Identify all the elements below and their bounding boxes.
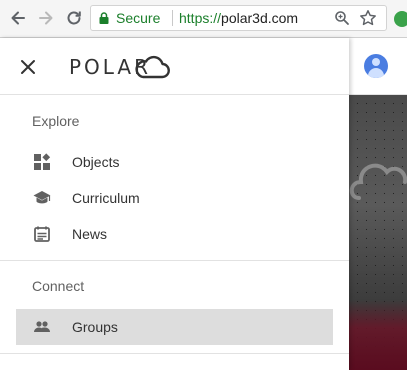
address-bar[interactable]: Secure https://polar3d.com [90,5,387,31]
reload-icon[interactable] [64,8,84,28]
app-header-right [349,38,407,95]
bookmark-star-icon[interactable] [359,9,377,27]
navigation-drawer: POLAR Explore Objects Curriculum News Co… [0,38,349,370]
forward-arrow-icon[interactable] [36,8,56,28]
hero-image-shade [349,300,407,370]
avatar[interactable] [364,54,388,78]
nav-item-curriculum[interactable]: Curriculum [16,180,333,216]
section-title-connect: Connect [32,278,85,294]
zoom-icon[interactable] [334,10,350,26]
url-host: polar3d.com [221,10,299,26]
nav-item-label: Objects [72,154,120,170]
avatar-body [368,68,384,78]
browser-toolbar: Secure https://polar3d.com [0,0,407,38]
nav-item-news[interactable]: News [16,216,333,252]
nav-item-objects[interactable]: Objects [16,144,333,180]
section-title-explore: Explore [32,113,80,129]
address-separator [172,10,173,26]
url-protocol: https:// [179,10,222,26]
extension-icon[interactable] [394,11,407,27]
section-divider [0,260,349,261]
nav-item-groups[interactable]: Groups [16,309,333,345]
lock-icon[interactable] [98,12,110,24]
back-arrow-icon[interactable] [8,8,28,28]
groups-icon [34,321,50,332]
avatar-head [372,58,380,66]
cloud-logo-icon[interactable] [134,52,170,80]
section-divider [0,353,349,354]
nav-item-label: Groups [72,319,118,335]
close-icon[interactable] [18,57,38,77]
nav-item-label: Curriculum [72,190,140,206]
url-text[interactable]: https://polar3d.com [179,10,298,26]
drawer-header: POLAR [0,38,349,95]
secure-label[interactable]: Secure [116,10,160,26]
nav-item-label: News [72,226,108,242]
graduation-cap-icon [33,191,51,204]
objects-icon [34,153,51,170]
news-icon [34,226,50,242]
printer-cloud-icon [349,163,407,200]
